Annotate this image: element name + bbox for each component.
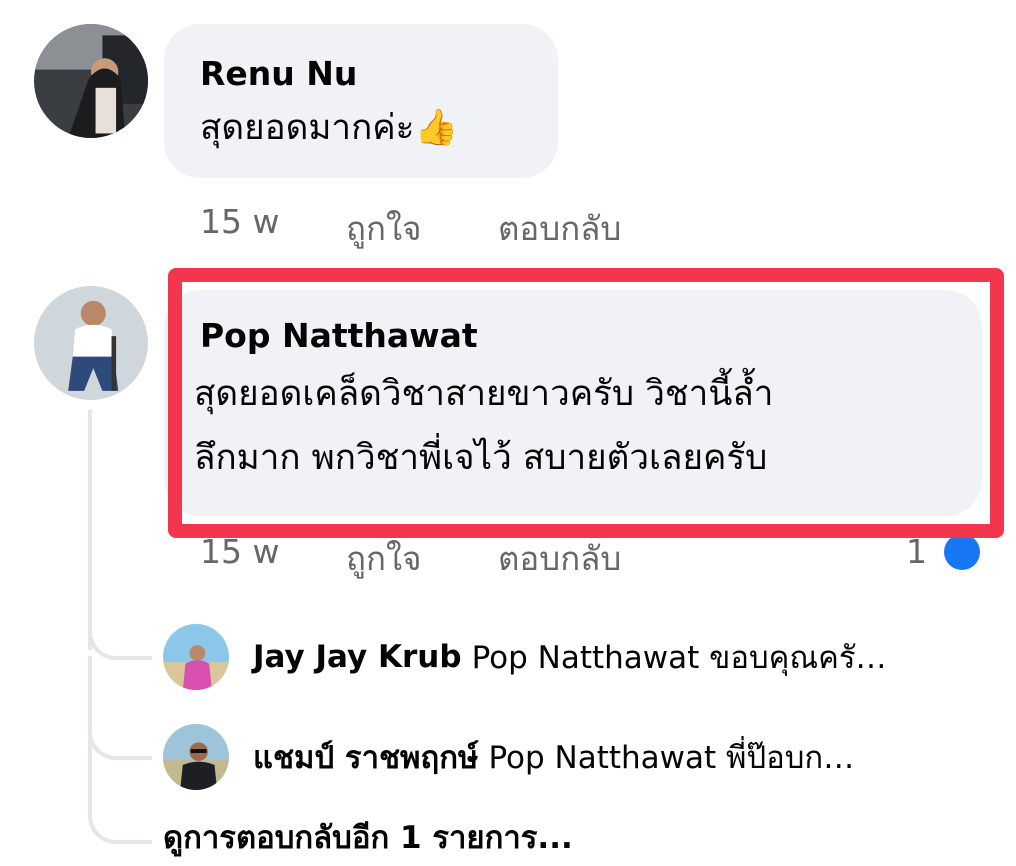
reply-button[interactable]: ตอบกลับ xyxy=(498,202,621,255)
avatar-champ-ratchaphruek[interactable] xyxy=(163,724,229,790)
comment-time[interactable]: 15 w xyxy=(200,202,279,241)
highlight-box xyxy=(168,268,1004,538)
avatar-pop-natthawat[interactable] xyxy=(34,286,148,400)
avatar-jay-jay-krub[interactable] xyxy=(163,624,229,690)
like-reaction-icon[interactable] xyxy=(944,534,980,570)
reply-button[interactable]: ตอบกลับ xyxy=(498,532,621,585)
reply-row[interactable]: แชมป์ ราชพฤกษ์ Pop Natthawat พี่ป๊อบก… xyxy=(163,722,854,792)
reply-author[interactable]: แชมป์ ราชพฤกษ์ xyxy=(253,732,478,782)
view-more-replies-link[interactable]: ดูการตอบกลับอีก 1 รายการ... xyxy=(163,812,573,862)
thread-branch xyxy=(88,720,152,760)
reply-row[interactable]: Jay Jay Krub Pop Natthawat ขอบคุณครั… xyxy=(163,622,887,692)
like-button[interactable]: ถูกใจ xyxy=(346,532,421,585)
thread-branch xyxy=(88,804,152,844)
thread-branch xyxy=(88,620,152,660)
reply-text: Pop Natthawat พี่ป๊อบก… xyxy=(488,740,855,776)
avatar-renu-nu[interactable] xyxy=(34,24,148,138)
comment-text: สุดยอดมากค่ะ👍 xyxy=(200,108,459,148)
reply-text: Pop Natthawat ขอบคุณครั… xyxy=(471,640,887,676)
reply-author[interactable]: Jay Jay Krub xyxy=(253,639,462,675)
thread-line xyxy=(88,410,92,650)
like-button[interactable]: ถูกใจ xyxy=(346,202,421,255)
comment-bubble: Renu Nu สุดยอดมากค่ะ👍 xyxy=(164,24,558,178)
comment-author[interactable]: Renu Nu xyxy=(200,54,357,94)
